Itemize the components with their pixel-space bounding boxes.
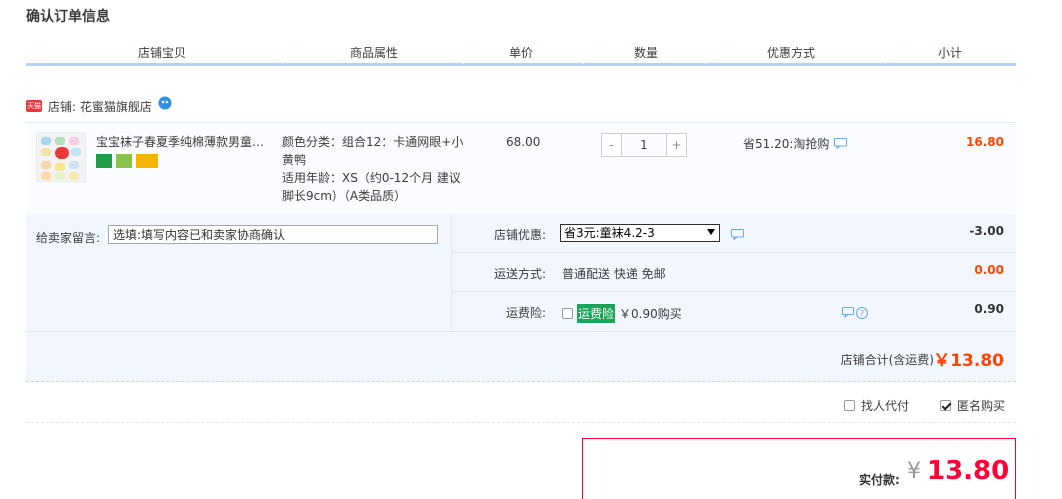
anonymous-checkbox[interactable]: [940, 400, 951, 411]
shipping-method: 普通配送 快递 免邮: [562, 267, 666, 281]
shipping-value: 0.00: [974, 263, 1004, 277]
anonymous-label: 匿名购买: [957, 399, 1006, 413]
attr-age: 适用年龄：XS（约0-12个月 建议脚长9cm）（A类品质）: [282, 171, 461, 203]
column-divider: [463, 62, 464, 64]
attr-color: 颜色分类：组合12：卡通网眼+小黄鸭: [282, 135, 464, 167]
seven-day-return-icon: [96, 154, 112, 168]
insurance-option: 运费险 ￥0.90购买: [562, 304, 682, 323]
qty-input[interactable]: 1: [622, 133, 666, 157]
store-discount-selected: 省3元:童袜4.2-3: [564, 226, 655, 240]
service-icons: [96, 154, 158, 168]
proxy-pay-option[interactable]: 找人代付: [844, 397, 909, 414]
insurance-label: 运费险:: [505, 306, 546, 320]
store-discount-value: -3.00: [969, 224, 1004, 238]
credit-card-icon: [136, 154, 158, 168]
item-subtotal: 16.80: [966, 135, 1004, 149]
svg-text:?: ?: [860, 309, 864, 318]
shop-row: 天猫 店铺: 花蜜猫旗舰店: [26, 96, 172, 116]
shipping-label: 运送方式:: [493, 267, 546, 281]
unit-price: 68.00: [506, 135, 541, 149]
order-options-panel: 店铺优惠: 省3元:童袜4.2-3 -3.00 运送方式: 普通配送 快递 免邮…: [452, 214, 1016, 331]
discount-chat-icon[interactable]: [731, 229, 744, 240]
col-shop-item: 店铺宝贝: [137, 46, 186, 60]
column-divider: [282, 62, 283, 64]
quantity-stepper: - 1 +: [601, 133, 687, 157]
col-quantity: 数量: [633, 46, 658, 60]
product-title-link[interactable]: 宝宝袜子春夏季纯棉薄款男童女...: [96, 133, 274, 150]
insurance-price: ￥0.90购买: [619, 307, 682, 321]
insurance-row: 运费险: 运费险 ￥0.90购买 ? 0.90: [452, 292, 1016, 331]
insurance-value: 0.90: [974, 302, 1004, 316]
pay-label: 实付款:: [859, 473, 900, 487]
pay-currency: ¥: [907, 459, 921, 484]
order-item-row: 宝宝袜子春夏季纯棉薄款男童女... 颜色分类：组合12：卡通网眼+小黄鸭 适用年…: [26, 122, 1016, 214]
column-divider: [885, 62, 886, 64]
store-discount-label: 店铺优惠:: [493, 228, 546, 242]
qty-minus-button[interactable]: -: [601, 133, 622, 157]
promo-info: 省51.20:淘抢购: [743, 135, 848, 152]
dropdown-arrow-icon: [707, 229, 715, 235]
seller-message-input[interactable]: [108, 225, 438, 244]
message-panel: 给卖家留言:: [26, 214, 452, 331]
column-divider: [583, 62, 584, 64]
proxy-pay-checkbox[interactable]: [844, 400, 855, 411]
shop-total-amount: ￥13.80: [933, 351, 1004, 371]
insurance-tag: 运费险: [577, 304, 616, 323]
promo-text: 省51.20:淘抢购: [743, 137, 830, 151]
anonymous-option[interactable]: 匿名购买: [940, 397, 1005, 414]
product-thumbnail[interactable]: [36, 132, 86, 182]
shop-total-row: 店铺合计(含运费) ￥13.80: [26, 331, 1016, 382]
proxy-pay-label: 找人代付: [861, 399, 910, 413]
column-divider: [705, 62, 706, 64]
store-discount-select[interactable]: 省3元:童袜4.2-3: [560, 224, 720, 242]
payment-summary: 实付款: ¥ 13.80: [582, 438, 1016, 499]
shipping-row: 运送方式: 普通配送 快递 免邮 0.00: [452, 253, 1016, 292]
col-discount: 优惠方式: [766, 46, 815, 60]
qty-plus-button[interactable]: +: [666, 133, 687, 157]
message-label: 给卖家留言:: [36, 231, 101, 245]
shop-total-label: 店铺合计(含运费): [840, 353, 934, 367]
page-title: 确认订单信息: [26, 9, 110, 25]
promo-chat-icon[interactable]: [834, 138, 848, 149]
col-unit-price: 单价: [508, 46, 533, 60]
shop-name-link[interactable]: 店铺: 花蜜猫旗舰店: [48, 98, 152, 115]
checkout-options: 找人代付 匿名购买: [26, 382, 1016, 423]
pay-amount: 13.80: [927, 456, 1010, 486]
col-attributes: 商品属性: [349, 46, 398, 60]
col-subtotal: 小计: [937, 46, 962, 60]
insurance-checkbox[interactable]: [562, 308, 573, 319]
store-discount-row: 店铺优惠: 省3元:童袜4.2-3 -3.00: [452, 214, 1016, 253]
column-header: 店铺宝贝 商品属性 单价 数量 优惠方式 小计: [26, 44, 1016, 66]
guarantee-icon: [116, 154, 132, 168]
wangwang-chat-icon[interactable]: [158, 96, 172, 110]
insurance-help-icon[interactable]: ?: [842, 306, 870, 320]
tmall-badge-icon: 天猫: [26, 100, 42, 112]
